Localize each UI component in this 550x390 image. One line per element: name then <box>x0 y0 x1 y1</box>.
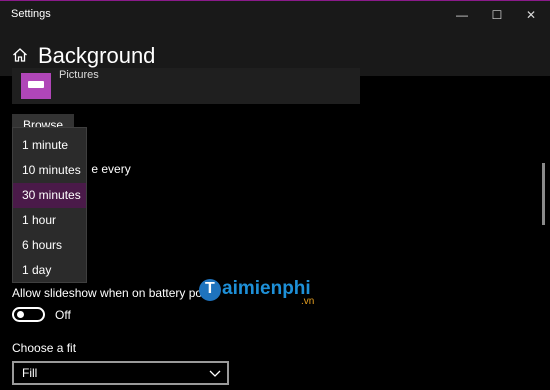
watermark-t-icon <box>199 279 221 301</box>
app-title: Settings <box>11 8 51 20</box>
watermark-domain: .vn <box>301 296 315 307</box>
interval-dropdown-menu[interactable]: 1 minute 10 minutes 30 minutes 1 hour 6 … <box>12 127 87 283</box>
toggle-knob <box>17 311 24 318</box>
dropdown-option[interactable]: 1 day <box>13 258 86 283</box>
dropdown-option-selected[interactable]: 30 minutes <box>13 183 86 208</box>
battery-slideshow-label: Allow slideshow when on battery po <box>12 286 203 300</box>
maximize-button[interactable]: ☐ <box>482 4 512 26</box>
minimize-button[interactable]: — <box>447 4 477 26</box>
home-icon[interactable] <box>12 47 28 63</box>
scrollbar-thumb[interactable] <box>542 163 545 225</box>
picture-card[interactable]: Pictures <box>12 68 360 104</box>
dropdown-option[interactable]: 1 minute <box>13 133 86 158</box>
picture-thumbnail <box>21 73 51 99</box>
close-button[interactable]: ✕ <box>516 4 546 26</box>
watermark-logo: aimienphi .vn <box>199 278 339 308</box>
fit-select[interactable]: Fill <box>12 361 229 385</box>
toggle-state-text: Off <box>55 308 71 322</box>
battery-slideshow-toggle[interactable] <box>12 307 45 322</box>
change-every-text: e every <box>91 162 131 176</box>
title-bar: Settings — ☐ ✕ <box>0 0 550 29</box>
choose-fit-label: Choose a fit <box>12 341 77 355</box>
page-title: Background <box>38 43 156 68</box>
picture-label: Pictures <box>59 69 99 81</box>
dropdown-option[interactable]: 1 hour <box>13 208 86 233</box>
watermark-brand: aimienphi <box>222 278 311 299</box>
dropdown-option[interactable]: 6 hours <box>13 233 86 258</box>
dropdown-option[interactable]: 10 minutes <box>13 158 86 183</box>
fit-selected-value: Fill <box>22 366 38 380</box>
chevron-down-icon <box>209 370 221 377</box>
